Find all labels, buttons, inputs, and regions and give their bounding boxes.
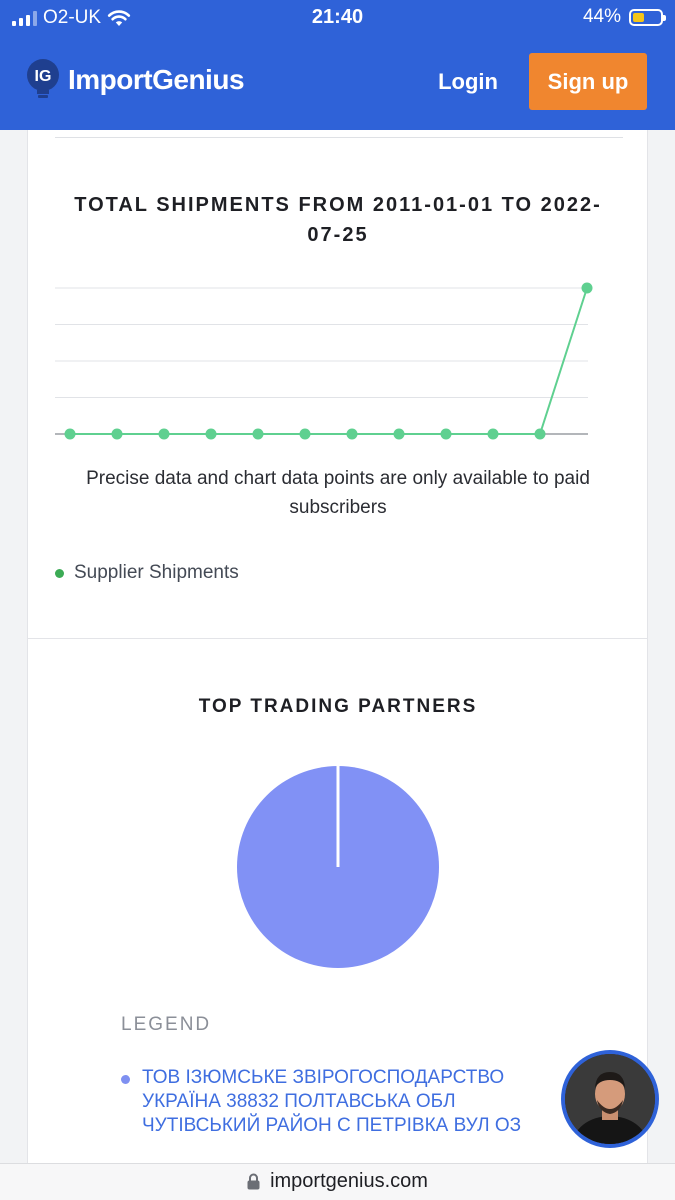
series-legend-label: Supplier Shipments [74, 562, 239, 583]
content-card: TOTAL SHIPMENTS FROM 2011-01-01 TO 2022-… [27, 130, 648, 1164]
battery-fill [633, 12, 645, 22]
data-point[interactable] [111, 428, 123, 440]
person-icon [565, 1054, 655, 1144]
login-link[interactable]: Login [420, 64, 516, 100]
data-point[interactable] [487, 428, 499, 440]
partners-pie-chart [237, 766, 439, 968]
logo-mark: IG [35, 68, 52, 85]
legend-heading: LEGEND [121, 1014, 212, 1035]
section-divider [28, 638, 648, 639]
data-point[interactable] [581, 282, 593, 294]
lightbulb-logo-icon: IG [27, 59, 59, 98]
signup-button[interactable]: Sign up [529, 53, 647, 110]
data-point[interactable] [252, 428, 264, 440]
site-header: IG ImportGenius Login Sign up [0, 34, 675, 130]
avatar-photo [565, 1054, 655, 1144]
data-point[interactable] [534, 428, 546, 440]
data-point[interactable] [393, 428, 405, 440]
data-point[interactable] [205, 428, 217, 440]
data-point[interactable] [299, 428, 311, 440]
legend-dot-icon [121, 1075, 130, 1084]
series-legend: Supplier Shipments [55, 562, 239, 584]
battery-icon [629, 8, 666, 26]
legend-item[interactable]: ТОВ ІЗЮМСЬКЕ ЗВІРОГОСПОДАРСТВО УКРАЇНА 3… [121, 1066, 561, 1138]
status-bar: O2-UK 21:40 44% [0, 0, 675, 34]
data-point[interactable] [440, 428, 452, 440]
battery-percent: 44% [582, 6, 621, 27]
battery-group: 44% [582, 6, 666, 28]
top-divider [55, 137, 623, 138]
clock: 21:40 [311, 6, 364, 28]
subscriber-notice: Precise data and chart data points are o… [86, 468, 590, 518]
browser-url-bar[interactable]: importgenius.com [0, 1163, 675, 1200]
brand-logo[interactable]: IG ImportGenius [26, 58, 245, 102]
data-point[interactable] [64, 428, 76, 440]
partner-name[interactable]: ТОВ ІЗЮМСЬКЕ ЗВІРОГОСПОДАРСТВО УКРАЇНА 3… [142, 1066, 561, 1138]
lock-icon [247, 1173, 260, 1190]
shipments-chart-title: TOTAL SHIPMENTS FROM 2011-01-01 TO 2022-… [74, 194, 602, 246]
support-chat-avatar[interactable] [561, 1050, 659, 1148]
brand-name: ImportGenius [68, 64, 245, 95]
partners-title: TOP TRADING PARTNERS [198, 696, 478, 717]
data-point[interactable] [158, 428, 170, 440]
url-text[interactable]: importgenius.com [270, 1170, 428, 1193]
shipments-line-chart [55, 282, 593, 440]
data-point[interactable] [346, 428, 358, 440]
url-wrap: importgenius.com [247, 1170, 428, 1193]
legend-dot-icon [55, 568, 64, 578]
